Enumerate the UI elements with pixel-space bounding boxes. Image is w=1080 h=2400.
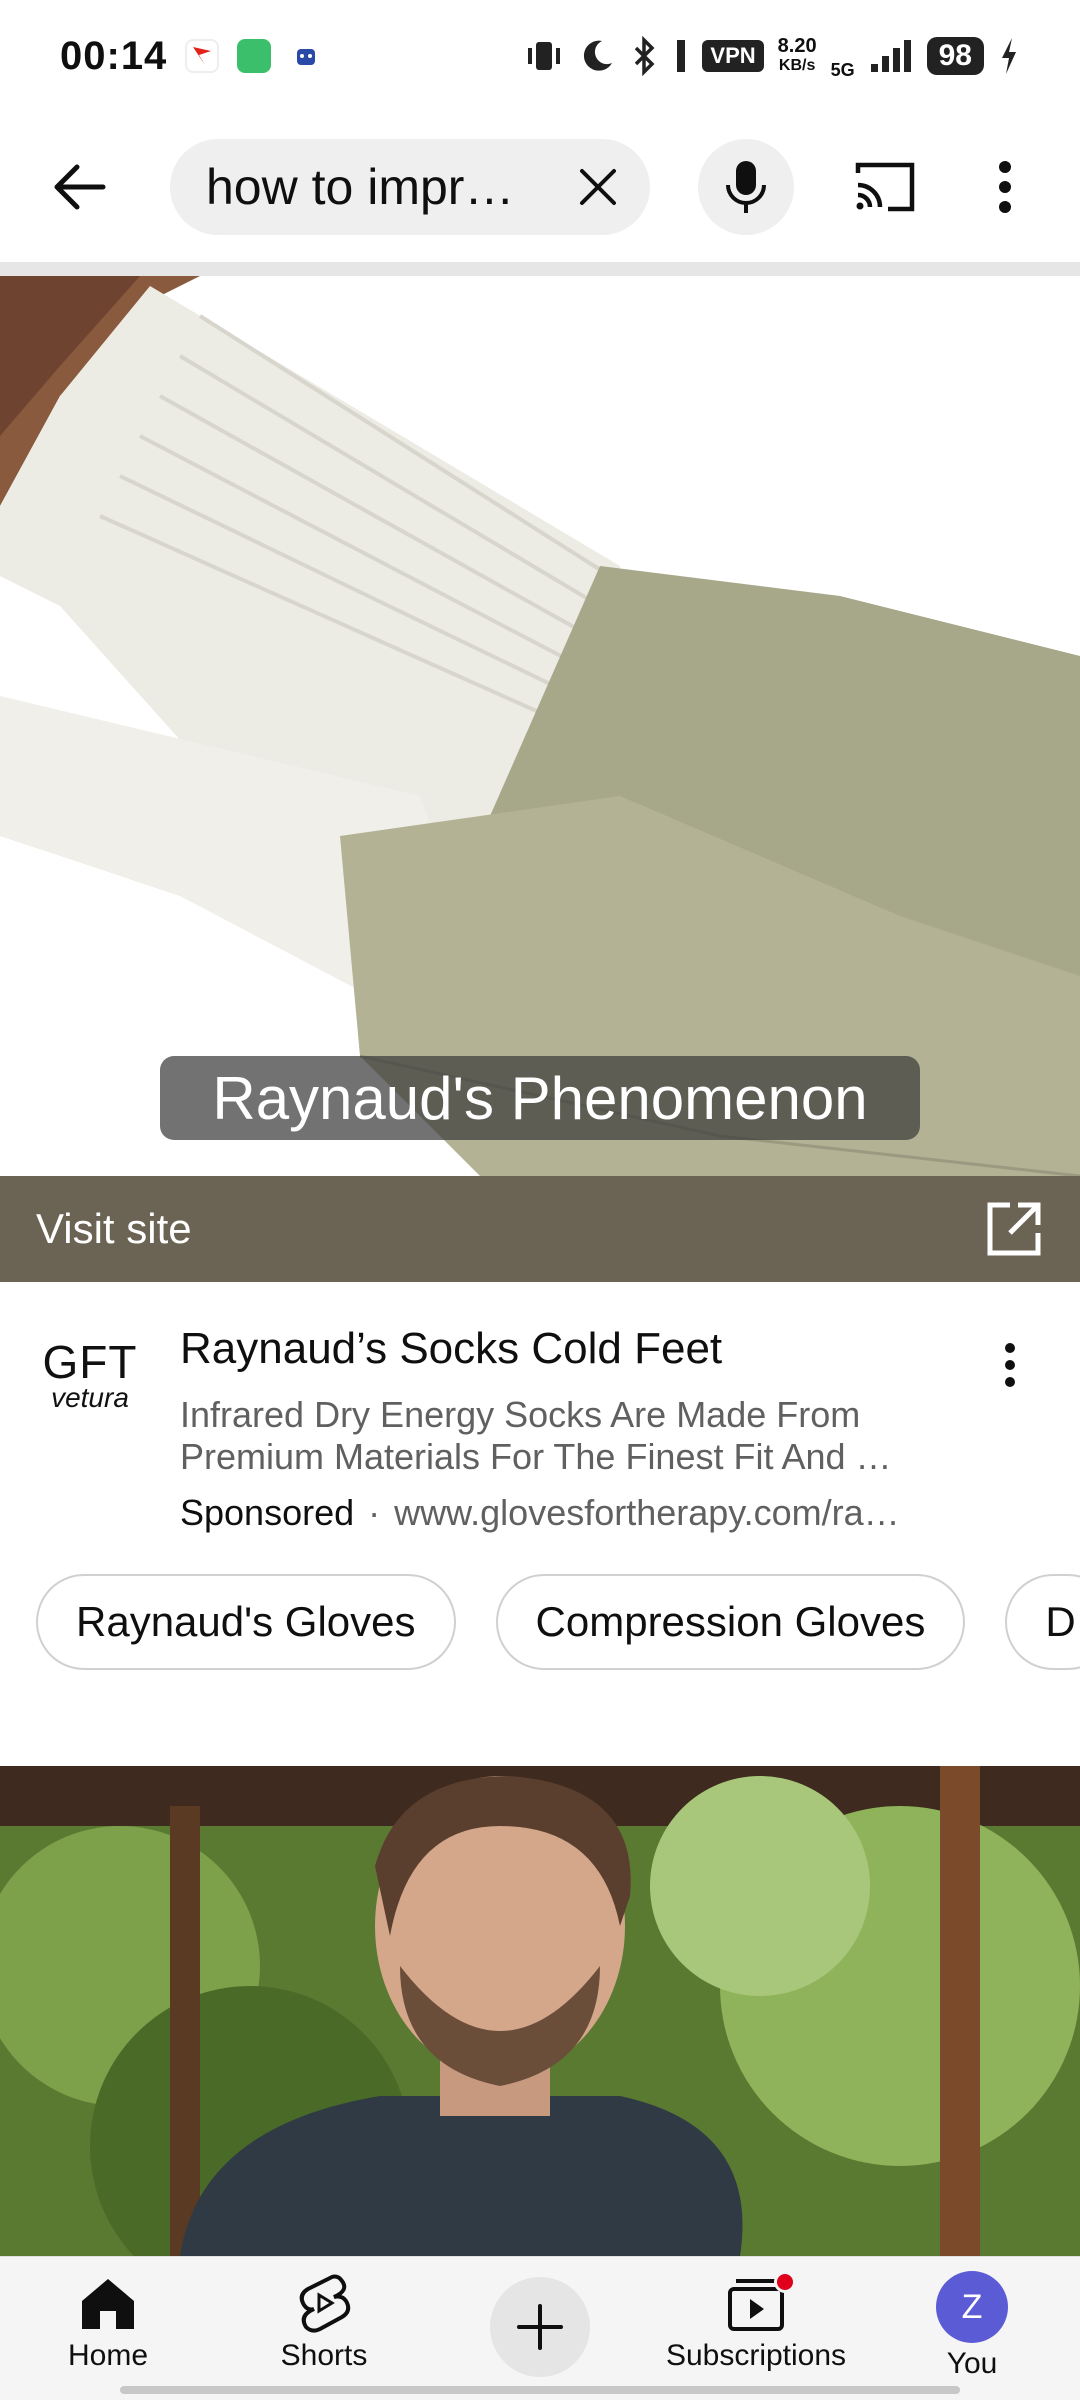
do-not-disturb-moon-icon — [584, 40, 613, 71]
advertiser-logo-main: GFT — [42, 1336, 138, 1388]
back-button[interactable] — [24, 132, 134, 242]
charging-bolt-icon — [1002, 38, 1016, 74]
ad-info-card[interactable]: GFT vetura Raynaud’s Socks Cold Feet Inf… — [0, 1290, 1080, 1550]
close-icon — [580, 169, 616, 205]
signal-bars-icon — [677, 40, 686, 72]
avatar: Z — [936, 2271, 1008, 2343]
bottom-navigation: Home Shorts Subscriptions Z You — [0, 2256, 1080, 2400]
home-icon — [82, 2279, 134, 2329]
notification-dot — [774, 2271, 796, 2293]
status-time: 00:14 — [60, 33, 168, 78]
advertiser-logo-sub: vetura — [51, 1382, 129, 1413]
more-vertical-icon — [999, 161, 1011, 213]
nav-you[interactable]: Z You — [872, 2271, 1072, 2381]
create-button[interactable] — [490, 2277, 590, 2377]
nav-home[interactable]: Home — [8, 2271, 208, 2373]
battery-level: 98 — [926, 37, 984, 75]
visit-site-label: Visit site — [36, 1205, 192, 1252]
ad-caption: Raynaud's Phenomenon — [160, 1056, 920, 1140]
ad-description-line: Infrared Dry Energy Socks Are Made From — [180, 1394, 861, 1435]
vibrate-icon — [528, 42, 561, 70]
plus-icon — [517, 2304, 563, 2350]
microphone-icon — [726, 161, 766, 213]
advertiser-logo[interactable]: GFT vetura — [40, 1330, 140, 1420]
app-notification-icon — [237, 39, 272, 73]
app-notification-icon — [185, 39, 220, 73]
status-right: VPN 8.20 KB/s 5G 98 — [524, 32, 1020, 81]
search-top-bar: how to impr… — [0, 112, 1080, 262]
youtube-search-results-screen: 00:14 VPN 8.20 KB/s 5G 98 how to impr… R… — [0, 0, 1080, 2400]
related-search-chips: Raynaud's Gloves Compression Gloves D — [36, 1574, 1080, 1674]
nav-shorts-label: Shorts — [280, 2339, 368, 2372]
visit-site-button[interactable]: Visit site — [0, 1176, 1080, 1282]
nav-you-label: You — [946, 2347, 998, 2380]
ad-url[interactable]: www.glovesfortherapy.com/ra… — [394, 1492, 900, 1534]
nav-subscriptions[interactable]: Subscriptions — [656, 2271, 856, 2373]
clear-search-button[interactable] — [564, 153, 632, 221]
bluetooth-icon — [635, 36, 655, 76]
status-left: 00:14 — [60, 33, 324, 79]
cellular-signal-icon — [870, 40, 911, 72]
ad-description[interactable]: Infrared Dry Energy Socks Are Made From … — [180, 1394, 940, 1478]
ad-more-options-button[interactable] — [980, 1330, 1040, 1400]
cast-button[interactable] — [830, 132, 940, 242]
ad-title[interactable]: Raynaud’s Socks Cold Feet — [180, 1324, 722, 1374]
cast-icon — [855, 162, 915, 212]
more-vertical-icon — [1005, 1343, 1015, 1387]
video-thumbnail-image — [0, 1766, 1080, 2256]
network-type: 5G — [830, 59, 855, 80]
voice-search-button[interactable] — [698, 139, 794, 235]
open-external-icon — [987, 1202, 1041, 1256]
vpn-badge: VPN — [702, 40, 764, 72]
search-query-text: how to impr… — [206, 159, 515, 215]
meta-separator: · — [368, 1492, 381, 1533]
shorts-icon — [299, 2274, 351, 2333]
search-chip[interactable]: Compression Gloves — [495, 1574, 966, 1670]
search-query-field[interactable]: how to impr… — [170, 139, 650, 235]
nav-create[interactable] — [440, 2271, 640, 2377]
network-speed-unit: KB/s — [778, 57, 816, 74]
more-options-button[interactable] — [960, 132, 1050, 242]
ad-meta: Sponsored · www.glovesfortherapy.com/ra… — [180, 1492, 960, 1534]
video-thumbnail[interactable] — [0, 1766, 1080, 2256]
search-chip[interactable]: D — [1005, 1574, 1080, 1670]
app-notification-icon — [289, 39, 324, 73]
socks-product-image — [0, 276, 1080, 1176]
ad-media-image[interactable]: Raynaud's Phenomenon — [0, 276, 1080, 1176]
status-bar: 00:14 VPN 8.20 KB/s 5G 98 — [0, 0, 1080, 112]
ad-description-line: Premium Materials For The Finest Fit And… — [180, 1436, 892, 1477]
network-speed-value: 8.20 — [777, 35, 817, 57]
results-divider — [0, 262, 1080, 276]
sponsored-label: Sponsored — [180, 1492, 355, 1533]
nav-shorts[interactable]: Shorts — [224, 2271, 424, 2373]
nav-home-label: Home — [67, 2339, 149, 2372]
arrow-left-icon — [54, 164, 106, 210]
gesture-home-indicator — [120, 2386, 960, 2394]
network-speed: 8.20 KB/s — [778, 36, 817, 76]
search-chip[interactable]: Raynaud's Gloves — [36, 1574, 456, 1670]
nav-subscriptions-label: Subscriptions — [665, 2339, 847, 2372]
